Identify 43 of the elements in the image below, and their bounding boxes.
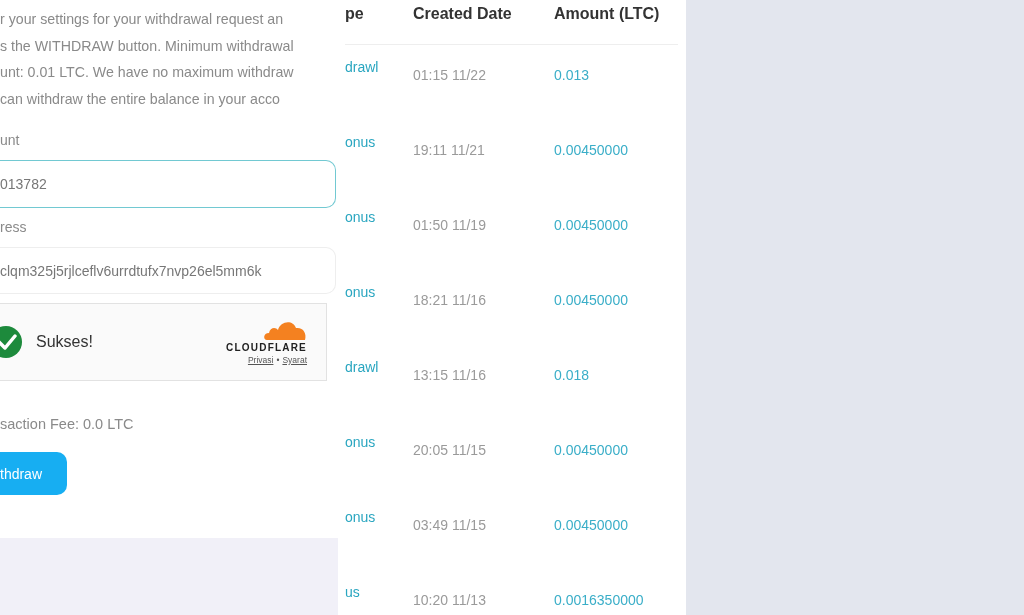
table-cell: 0.00450000 xyxy=(554,292,628,308)
privacy-link[interactable]: Privasi xyxy=(247,355,274,365)
table-cell-text: onus xyxy=(345,284,377,300)
captcha-status: Sukses! xyxy=(36,333,94,351)
table-cell-text: 03:49 11/15 xyxy=(413,517,487,533)
field-label: unt xyxy=(0,132,21,148)
cloud-icon xyxy=(263,319,307,341)
table-cell: 0.00450000 xyxy=(554,517,628,533)
table-cell-text: onus xyxy=(345,134,377,150)
table-cell: 0.013 xyxy=(554,67,590,83)
table-cell-text: 01:50 11/19 xyxy=(413,217,487,233)
table-cell-text: 19:11 11/21 xyxy=(413,142,486,158)
table-cell: 0.00450000 xyxy=(554,217,628,233)
column-header: Amount (LTC) xyxy=(554,5,660,23)
table-cell-text: us xyxy=(345,584,361,600)
separator-dot: • xyxy=(276,355,280,365)
table-cell-text: onus xyxy=(345,434,377,450)
table-cell: 0.0016350000 xyxy=(554,592,644,608)
table-cell-text: 13:15 11/16 xyxy=(413,367,487,383)
table-cell-text: 10:20 11/13 xyxy=(413,592,487,608)
instructions-text: can withdraw the entire balance in your acco xyxy=(0,89,281,109)
table-cell: 0.018 xyxy=(554,367,590,383)
table-cell: 0.00450000 xyxy=(554,442,628,458)
brand-name: CLOUDFLARE xyxy=(226,342,307,353)
table-cell-text: drawl xyxy=(345,59,380,75)
column-header: Created Date xyxy=(413,5,513,23)
amount-input[interactable]: 013782 xyxy=(0,160,336,208)
column-header: pe xyxy=(345,5,365,23)
address-input[interactable]: clqm325j5rjlceflv6urrdtufx7nvp26el5mm6k xyxy=(0,247,336,294)
table-cell-text: drawl xyxy=(345,359,380,375)
fee-text: saction Fee: 0.0 LTC xyxy=(0,416,135,432)
instructions-text: unt: 0.01 LTC. We have no maximum withdraw xyxy=(0,63,295,82)
instructions-text: r your settings for your withdrawal request an xyxy=(0,10,285,29)
table-cell-text: 18:21 11/16 xyxy=(413,292,487,308)
withdraw-button[interactable]: thdraw xyxy=(0,452,67,495)
field-label: ress xyxy=(0,219,28,235)
table-cell: 0.00450000 xyxy=(554,142,628,158)
table-cell-text: onus xyxy=(345,509,377,525)
terms-link[interactable]: Syarat xyxy=(282,355,307,365)
table-cell-text: onus xyxy=(345,209,377,225)
table-cell-text: 01:15 11/22 xyxy=(413,67,487,83)
table-cell-text: 20:05 11/15 xyxy=(413,442,487,458)
instructions-text: s the WITHDRAW button. Minimum withdrawal xyxy=(0,36,295,56)
